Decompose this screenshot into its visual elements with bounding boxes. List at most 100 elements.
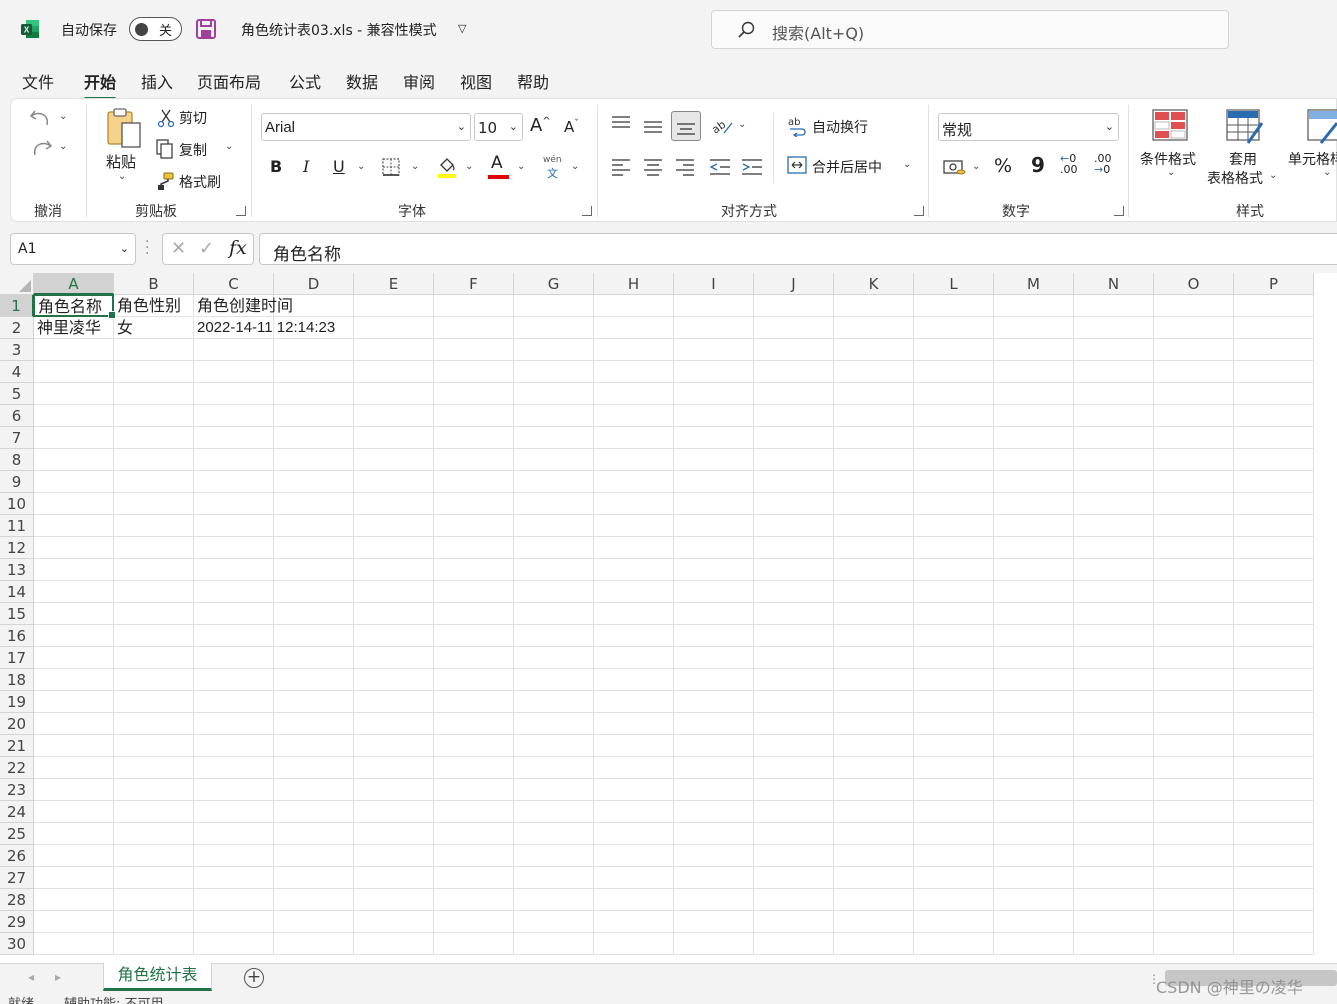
format-as-table-label-1[interactable]: 套用: [1229, 149, 1257, 169]
cell-n11[interactable]: [1074, 515, 1154, 537]
row-header-16[interactable]: 16: [0, 625, 34, 647]
insert-function-button[interactable]: fx: [229, 237, 247, 259]
cell-g24[interactable]: [514, 801, 594, 823]
cell-c19[interactable]: [194, 691, 274, 713]
conditional-format-icon[interactable]: [1152, 109, 1190, 143]
cell-j20[interactable]: [754, 713, 834, 735]
row-header-12[interactable]: 12: [0, 537, 34, 559]
cell-f13[interactable]: [434, 559, 514, 581]
cell-p1[interactable]: [1234, 295, 1314, 317]
increase-indent-icon[interactable]: [741, 157, 763, 177]
cell-m26[interactable]: [994, 845, 1074, 867]
comma-button[interactable]: 9: [1031, 153, 1045, 177]
cell-o19[interactable]: [1154, 691, 1234, 713]
cell-p4[interactable]: [1234, 361, 1314, 383]
font-size-select[interactable]: 10 ⌄: [474, 113, 523, 141]
cell-c4[interactable]: [194, 361, 274, 383]
cell-o16[interactable]: [1154, 625, 1234, 647]
cell-g25[interactable]: [514, 823, 594, 845]
border-chevron-icon[interactable]: ⌄: [411, 161, 419, 172]
cell-e2[interactable]: [354, 317, 434, 339]
cell-f7[interactable]: [434, 427, 514, 449]
cell-k16[interactable]: [834, 625, 914, 647]
cell-c30[interactable]: [194, 933, 274, 955]
cell-i1[interactable]: [674, 295, 754, 317]
cell-e19[interactable]: [354, 691, 434, 713]
copy-chevron-icon[interactable]: ⌄: [225, 141, 233, 152]
cell-k24[interactable]: [834, 801, 914, 823]
cell-f23[interactable]: [434, 779, 514, 801]
cell-n4[interactable]: [1074, 361, 1154, 383]
cell-e9[interactable]: [354, 471, 434, 493]
cell-m23[interactable]: [994, 779, 1074, 801]
cell-k11[interactable]: [834, 515, 914, 537]
font-launcher-icon[interactable]: [582, 206, 592, 216]
font-color-button[interactable]: A: [491, 153, 503, 173]
row-header-2[interactable]: 2: [0, 317, 34, 339]
cell-k26[interactable]: [834, 845, 914, 867]
cell-m11[interactable]: [994, 515, 1074, 537]
cell-f9[interactable]: [434, 471, 514, 493]
cell-l7[interactable]: [914, 427, 994, 449]
cell-g28[interactable]: [514, 889, 594, 911]
decrease-decimal-button[interactable]: .00 →0: [1094, 153, 1112, 175]
cell-b25[interactable]: [114, 823, 194, 845]
cell-h16[interactable]: [594, 625, 674, 647]
cell-j25[interactable]: [754, 823, 834, 845]
cell-c10[interactable]: [194, 493, 274, 515]
cell-b22[interactable]: [114, 757, 194, 779]
cell-styles-chevron-icon[interactable]: ⌄: [1323, 167, 1331, 178]
cell-i11[interactable]: [674, 515, 754, 537]
cell-p8[interactable]: [1234, 449, 1314, 471]
cell-j9[interactable]: [754, 471, 834, 493]
cell-f5[interactable]: [434, 383, 514, 405]
cell-n21[interactable]: [1074, 735, 1154, 757]
cell-o3[interactable]: [1154, 339, 1234, 361]
cell-i5[interactable]: [674, 383, 754, 405]
percent-button[interactable]: %: [994, 155, 1012, 177]
cell-m16[interactable]: [994, 625, 1074, 647]
cell-h15[interactable]: [594, 603, 674, 625]
cell-o25[interactable]: [1154, 823, 1234, 845]
cell-c7[interactable]: [194, 427, 274, 449]
cell-p3[interactable]: [1234, 339, 1314, 361]
cell-k7[interactable]: [834, 427, 914, 449]
cell-o8[interactable]: [1154, 449, 1234, 471]
cell-f22[interactable]: [434, 757, 514, 779]
cell-g29[interactable]: [514, 911, 594, 933]
cell-e21[interactable]: [354, 735, 434, 757]
cell-l21[interactable]: [914, 735, 994, 757]
cell-h10[interactable]: [594, 493, 674, 515]
cell-i30[interactable]: [674, 933, 754, 955]
cell-e16[interactable]: [354, 625, 434, 647]
cell-o29[interactable]: [1154, 911, 1234, 933]
column-header-d[interactable]: D: [274, 273, 354, 295]
cell-styles-label[interactable]: 单元格样: [1288, 149, 1337, 169]
align-left-icon[interactable]: [611, 157, 631, 177]
cell-b14[interactable]: [114, 581, 194, 603]
cell-d22[interactable]: [274, 757, 354, 779]
cell-g18[interactable]: [514, 669, 594, 691]
cell-p7[interactable]: [1234, 427, 1314, 449]
cell-l28[interactable]: [914, 889, 994, 911]
cell-b11[interactable]: [114, 515, 194, 537]
cell-b7[interactable]: [114, 427, 194, 449]
cell-o11[interactable]: [1154, 515, 1234, 537]
row-header-9[interactable]: 9: [0, 471, 34, 493]
cell-d10[interactable]: [274, 493, 354, 515]
cell-d17[interactable]: [274, 647, 354, 669]
cell-a26[interactable]: [34, 845, 114, 867]
cell-g11[interactable]: [514, 515, 594, 537]
cell-i14[interactable]: [674, 581, 754, 603]
wrap-text-icon[interactable]: ab: [787, 115, 807, 137]
cell-h23[interactable]: [594, 779, 674, 801]
format-as-table-chevron-icon[interactable]: ⌄: [1269, 170, 1277, 181]
cell-g9[interactable]: [514, 471, 594, 493]
cell-b15[interactable]: [114, 603, 194, 625]
cell-j5[interactable]: [754, 383, 834, 405]
cell-i2[interactable]: [674, 317, 754, 339]
cell-j2[interactable]: [754, 317, 834, 339]
cell-a19[interactable]: [34, 691, 114, 713]
cell-l17[interactable]: [914, 647, 994, 669]
cell-d26[interactable]: [274, 845, 354, 867]
